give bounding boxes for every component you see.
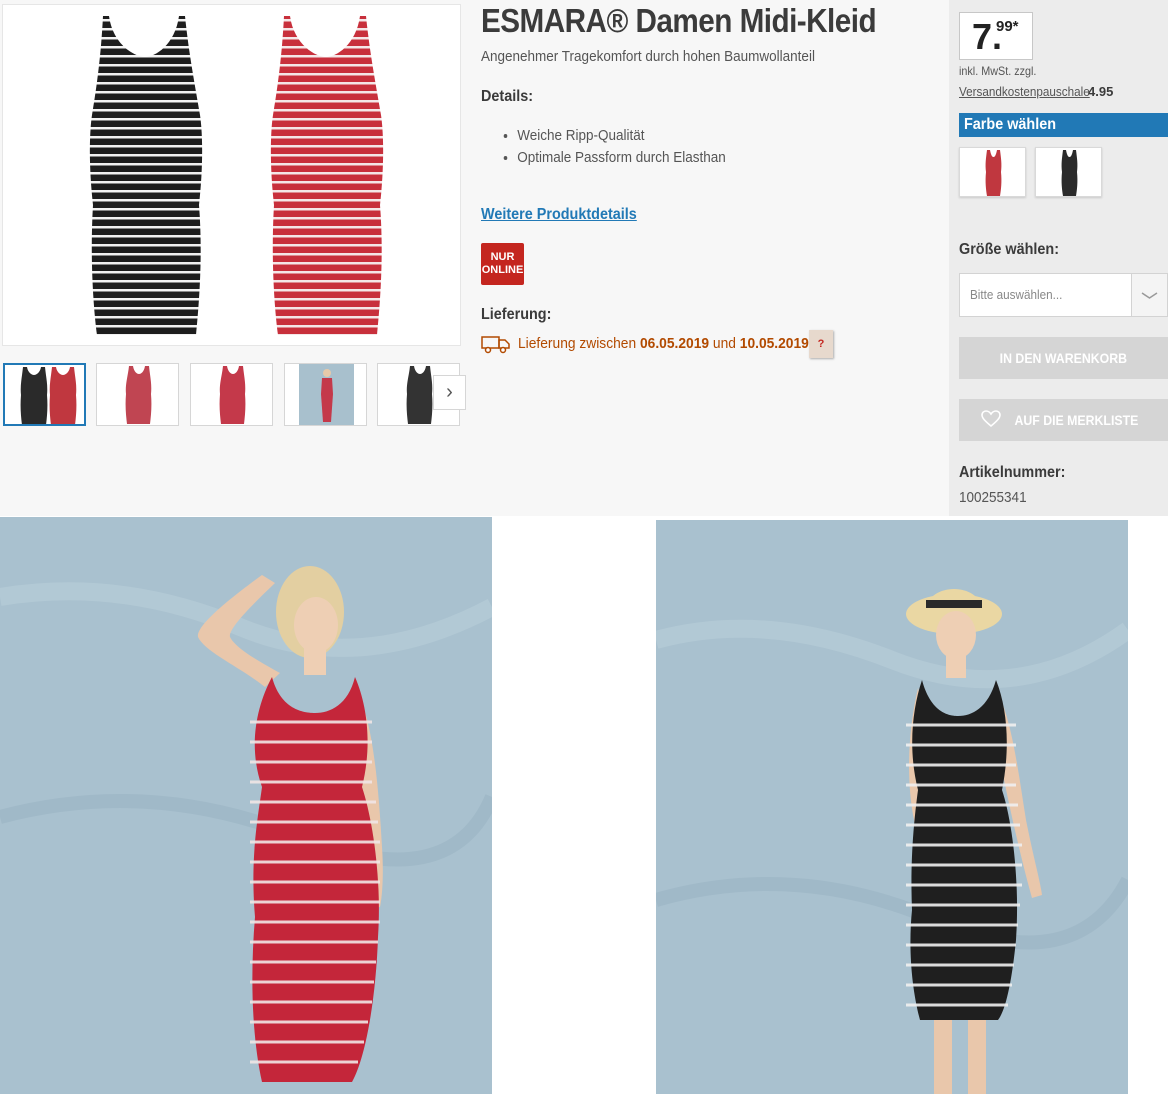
size-select-toggle[interactable]: [1131, 274, 1167, 316]
color-swatch-black[interactable]: [1035, 147, 1102, 197]
color-heading: Farbe wählen: [959, 113, 1168, 137]
color-swatch-red[interactable]: [959, 147, 1026, 197]
shipping-cost-value: 4.95: [1088, 84, 1114, 99]
thumbnail-both-dresses[interactable]: [3, 363, 86, 426]
badge-line-1: NUR: [490, 251, 515, 263]
online-only-badge: NUR ONLINE: [481, 243, 524, 285]
delivery-info: Lieferung zwischen 06.05.2019 und 10.05.…: [518, 335, 813, 352]
product-subtitle: Angenehmer Tragekomfort durch hohen Baum…: [481, 48, 815, 65]
delivery-to-date: 10.05.2019: [739, 335, 809, 352]
more-product-details-link[interactable]: Weitere Produktdetails: [481, 206, 637, 224]
size-select-placeholder: Bitte auswählen...: [970, 287, 1063, 302]
color-heading-label: Farbe wählen: [964, 116, 1057, 133]
details-heading: Details:: [481, 88, 534, 105]
chevron-down-icon: [1141, 292, 1158, 299]
model-photo-black-dress: [656, 520, 1128, 1094]
size-heading: Größe wählen:: [959, 241, 1060, 258]
shipping-cost-link[interactable]: Versandkostenpauschale: [959, 84, 1090, 99]
size-select[interactable]: Bitte auswählen...: [959, 273, 1168, 317]
wishlist-button[interactable]: AUF DIE MERKLISTE: [959, 399, 1168, 441]
article-number-label: Artikelnummer:: [959, 464, 1066, 481]
badge-line-2: ONLINE: [481, 264, 524, 276]
thumbnail-red-dress-2[interactable]: [190, 363, 273, 426]
article-number-value: 100255341: [959, 489, 1027, 506]
thumbnail-model-photo[interactable]: [284, 363, 367, 426]
delivery-prefix: Lieferung zwischen: [518, 335, 637, 352]
delivery-help-button[interactable]: ?: [809, 330, 833, 358]
add-to-cart-button[interactable]: IN DEN WARENKORB: [959, 337, 1168, 379]
detail-item: Optimale Passform durch Elasthan: [517, 147, 726, 169]
thumbnail-red-dress[interactable]: [96, 363, 179, 426]
detail-item: Weiche Ripp-Qualität: [517, 125, 726, 147]
delivery-and: und: [712, 335, 736, 352]
main-product-image[interactable]: [2, 4, 461, 346]
truck-icon: [481, 336, 510, 354]
price-note: inkl. MwSt. zzgl.: [959, 64, 1037, 78]
chevron-right-icon: ›: [446, 381, 453, 403]
model-photo-red-dress: [0, 517, 492, 1094]
price-cents: 99*: [996, 18, 1019, 35]
add-to-cart-label: IN DEN WARENKORB: [999, 350, 1128, 366]
delivery-heading: Lieferung:: [481, 306, 552, 323]
price-box: 7. 99*: [959, 12, 1033, 60]
wishlist-label: AUF DIE MERKLISTE: [1014, 412, 1139, 428]
delivery-from-date: 06.05.2019: [639, 335, 710, 352]
details-list: Weiche Ripp-Qualität Optimale Passform d…: [501, 125, 726, 169]
product-title: ESMARA® Damen Midi-Kleid: [481, 2, 877, 39]
heart-icon: [981, 410, 1001, 428]
gallery-next-button[interactable]: ›: [433, 375, 466, 410]
